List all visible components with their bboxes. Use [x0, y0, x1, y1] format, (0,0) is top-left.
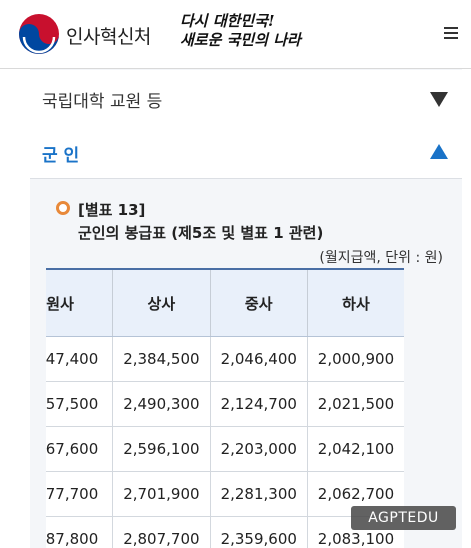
unit-note: (월지급액, 단위 : 원) [319, 250, 443, 266]
slogan-logo: 다시 대한민국! 새로운 국민의 나라 [180, 12, 301, 56]
column-header: 하사 [307, 268, 404, 337]
table-row: 2,447,400 2,384,500 2,046,400 2,000,900 [46, 336, 404, 382]
table-cell: 2,281,300 [210, 471, 308, 517]
slogan-line-2: 새로운 국민의 나라 [180, 31, 301, 49]
table-cell: 2,557,500 [46, 381, 114, 427]
triangle-up-icon[interactable] [430, 144, 448, 159]
table-cell: 2,447,400 [46, 336, 114, 382]
table-cell: 2,042,100 [307, 426, 404, 472]
table-cell: 2,596,100 [112, 426, 211, 472]
site-header: 인사혁신처 다시 대한민국! 새로운 국민의 나라 [0, 0, 471, 69]
slogan-line-1: 다시 대한민국! [180, 12, 275, 30]
table-number: [별표 13] [78, 201, 146, 219]
table-cell: 2,021,500 [307, 381, 404, 427]
column-header: 원사 [46, 268, 114, 337]
triangle-down-icon[interactable] [430, 92, 448, 107]
circle-bullet-icon [56, 201, 70, 215]
table-title: 군인의 봉급표 (제5조 및 별표 1 관련) [78, 224, 324, 242]
hamburger-menu-icon[interactable] [444, 27, 458, 41]
accordion-item-label-active: 군 인 [42, 146, 80, 166]
table-cell: 2,124,700 [210, 381, 308, 427]
table-cell: 2,777,700 [46, 471, 114, 517]
column-header: 중사 [210, 268, 308, 337]
table-cell: 2,887,800 [46, 516, 114, 548]
table-cell: 2,490,300 [112, 381, 211, 427]
accordion-item-label: 국립대학 교원 등 [42, 92, 163, 112]
table-cell: 2,807,700 [112, 516, 211, 548]
watermark-label: AGPTEDU [351, 506, 456, 530]
column-header: 상사 [112, 268, 211, 337]
accordion-item-university-faculty[interactable]: 국립대학 교원 등 [30, 70, 462, 125]
accordion-item-military[interactable]: 군 인 [30, 124, 462, 179]
table-cell: 2,384,500 [112, 336, 211, 382]
table-cell: 2,667,600 [46, 426, 114, 472]
table-header-row: 원사 상사 중사 하사 [46, 268, 404, 337]
table-cell: 2,359,600 [210, 516, 308, 548]
table-cell: 2,701,900 [112, 471, 211, 517]
table-row: 2,667,600 2,596,100 2,203,000 2,042,100 [46, 426, 404, 472]
taegeuk-emblem-icon[interactable] [18, 13, 60, 55]
org-name[interactable]: 인사혁신처 [66, 22, 151, 49]
table-row: 2,557,500 2,490,300 2,124,700 2,021,500 [46, 381, 404, 427]
table-cell: 2,000,900 [307, 336, 404, 382]
table-cell: 2,046,400 [210, 336, 308, 382]
pay-table: 원사 상사 중사 하사 2,447,400 2,384,500 2,046,40… [46, 268, 404, 548]
table-cell: 2,203,000 [210, 426, 308, 472]
